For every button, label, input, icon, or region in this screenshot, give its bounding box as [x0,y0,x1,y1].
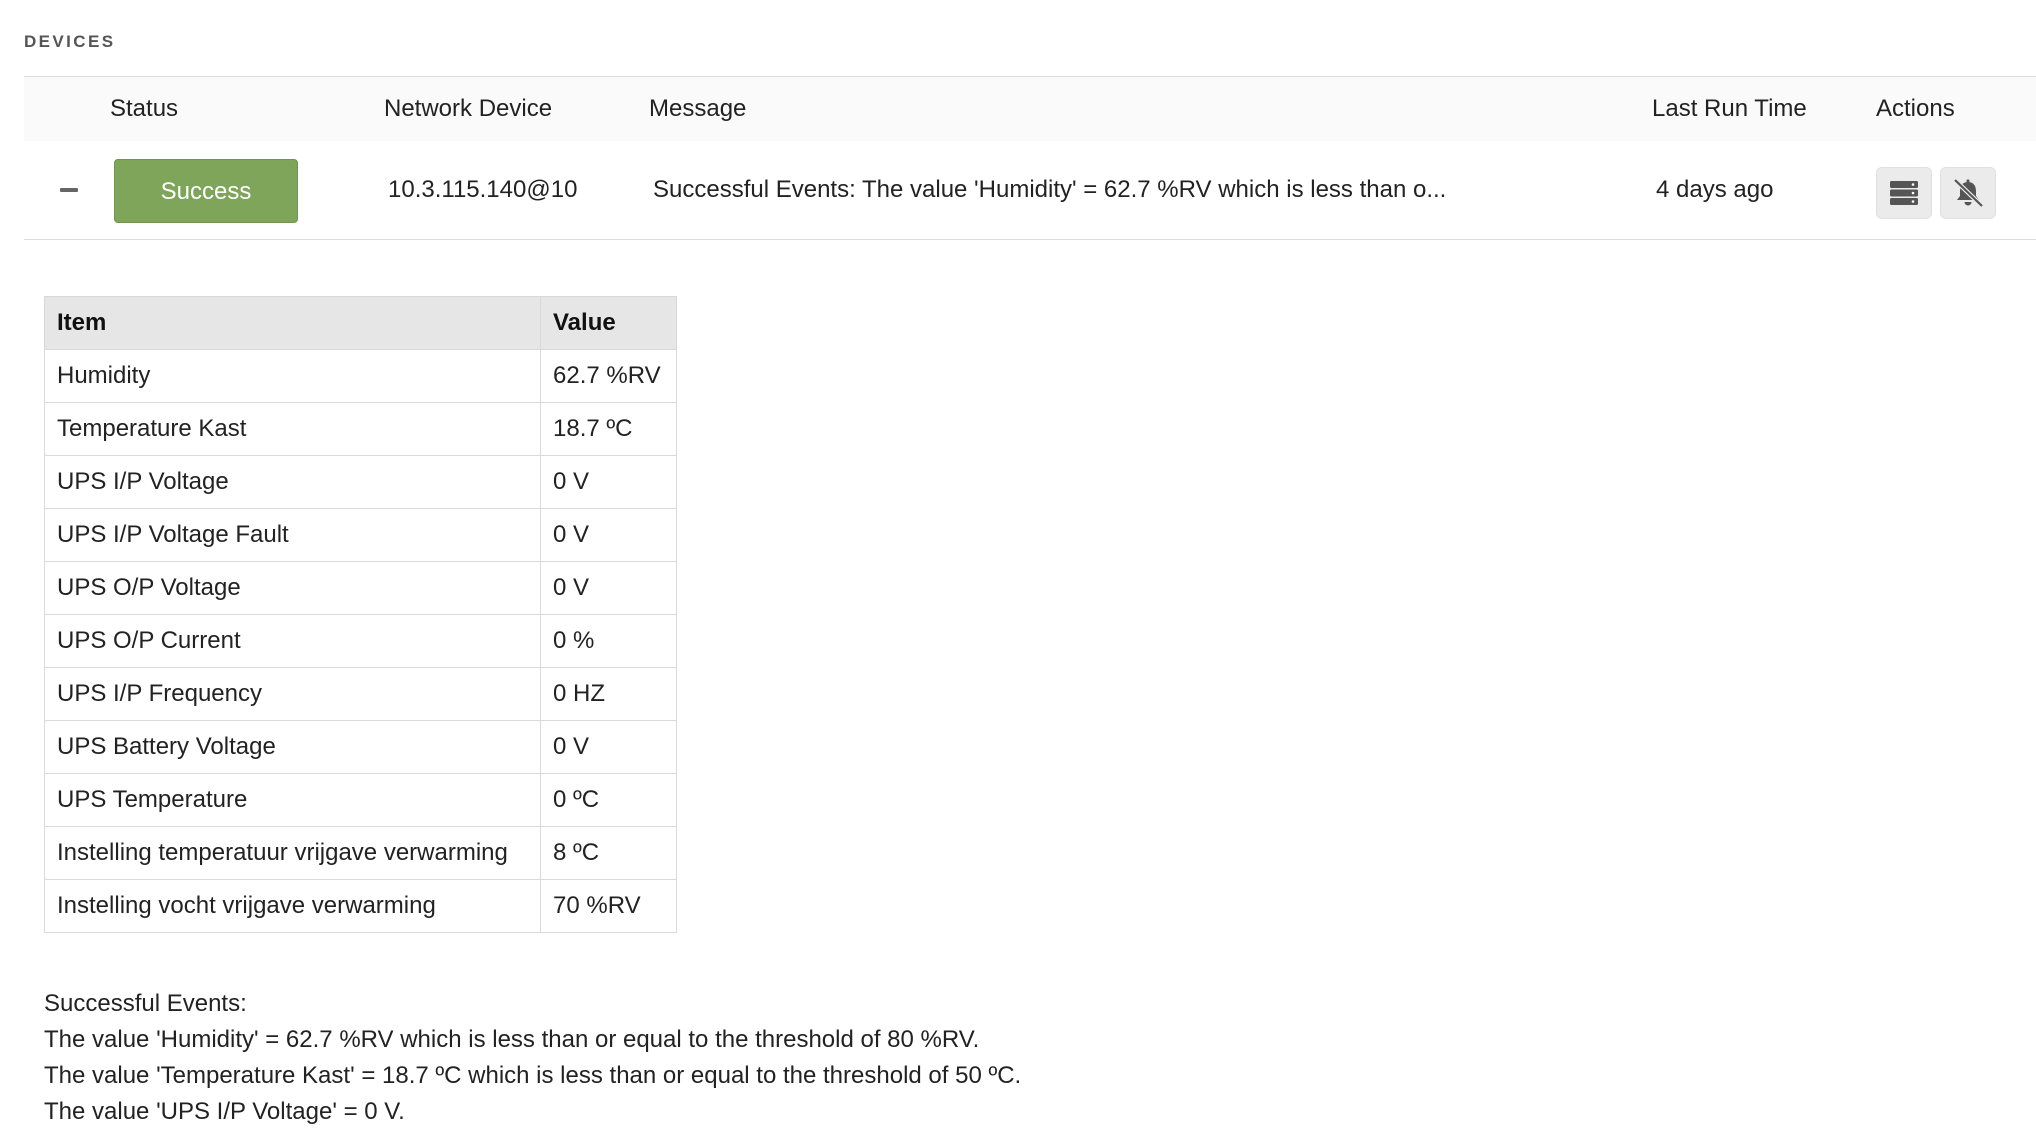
events-heading: Successful Events: [44,990,247,1017]
table-row: UPS Battery Voltage 0 V [44,720,677,774]
bell-slash-icon [1953,178,1984,208]
column-header-status[interactable]: Status [110,77,178,141]
table-row: UPS Temperature 0 ºC [44,773,677,827]
item-cell: UPS O/P Voltage [44,561,541,615]
value-cell: 0 ºC [540,773,677,827]
value-cell: 0 V [540,508,677,562]
value-cell: 8 ºC [540,826,677,880]
item-cell: Humidity [44,349,541,403]
value-cell: 18.7 ºC [540,402,677,456]
section-title: DEVICES [24,32,116,51]
minus-icon[interactable] [60,188,78,192]
item-cell: Instelling temperatuur vrijgave verwarmi… [44,826,541,880]
item-cell: UPS O/P Current [44,614,541,668]
device-values-table: Item Value Humidity 62.7 %RV Temperature… [44,296,677,933]
item-cell: Instelling vocht vrijgave verwarming [44,879,541,933]
last-run-time-cell: 4 days ago [1656,176,1774,203]
mute-alerts-button[interactable] [1940,167,1996,219]
value-cell: 0 HZ [540,667,677,721]
table-row: UPS I/P Frequency 0 HZ [44,667,677,721]
devices-grid-header: Status Network Device Message Last Run T… [24,76,2036,142]
message-cell: Successful Events: The value 'Humidity' … [653,176,1447,203]
value-cell: 0 V [540,561,677,615]
table-header-row: Item Value [44,296,677,350]
column-header-actions: Actions [1876,95,1955,122]
event-line: The value 'UPS I/P Voltage' = 0 V. [44,1098,405,1125]
table-row: UPS I/P Voltage Fault 0 V [44,508,677,562]
column-header-message[interactable]: Message [649,77,746,141]
item-cell: UPS I/P Voltage Fault [44,508,541,562]
table-header-value: Value [540,296,677,350]
column-header-last-run-time[interactable]: Last Run Time [1652,77,1807,141]
details-button[interactable] [1876,167,1932,219]
value-cell: 0 V [540,720,677,774]
item-cell: UPS Temperature [44,773,541,827]
table-row: UPS I/P Voltage 0 V [44,455,677,509]
device-row[interactable]: Success 10.3.115.140@10 Successful Event… [24,141,2036,240]
item-cell: UPS I/P Frequency [44,667,541,721]
value-cell: 70 %RV [540,879,677,933]
server-icon [1890,181,1918,205]
column-header-network-device[interactable]: Network Device [384,77,552,141]
table-header-item: Item [44,296,541,350]
value-cell: 0 % [540,614,677,668]
table-row: UPS O/P Current 0 % [44,614,677,668]
event-line: The value 'Temperature Kast' = 18.7 ºC w… [44,1062,1022,1089]
table-row: Instelling vocht vrijgave verwarming 70 … [44,879,677,933]
event-line: The value 'Humidity' = 62.7 %RV which is… [44,1026,980,1053]
network-device-cell[interactable]: 10.3.115.140@10 [388,141,577,239]
status-badge: Success [114,159,298,223]
devices-page: DEVICES Status Network Device Message La… [0,0,2036,1130]
item-cell: UPS I/P Voltage [44,455,541,509]
value-cell: 62.7 %RV [540,349,677,403]
item-cell: UPS Battery Voltage [44,720,541,774]
table-row: UPS O/P Voltage 0 V [44,561,677,615]
events-summary: Successful Events: The value 'Humidity' … [44,986,1021,1130]
table-row: Humidity 62.7 %RV [44,349,677,403]
table-row: Temperature Kast 18.7 ºC [44,402,677,456]
item-cell: Temperature Kast [44,402,541,456]
value-cell: 0 V [540,455,677,509]
table-row: Instelling temperatuur vrijgave verwarmi… [44,826,677,880]
